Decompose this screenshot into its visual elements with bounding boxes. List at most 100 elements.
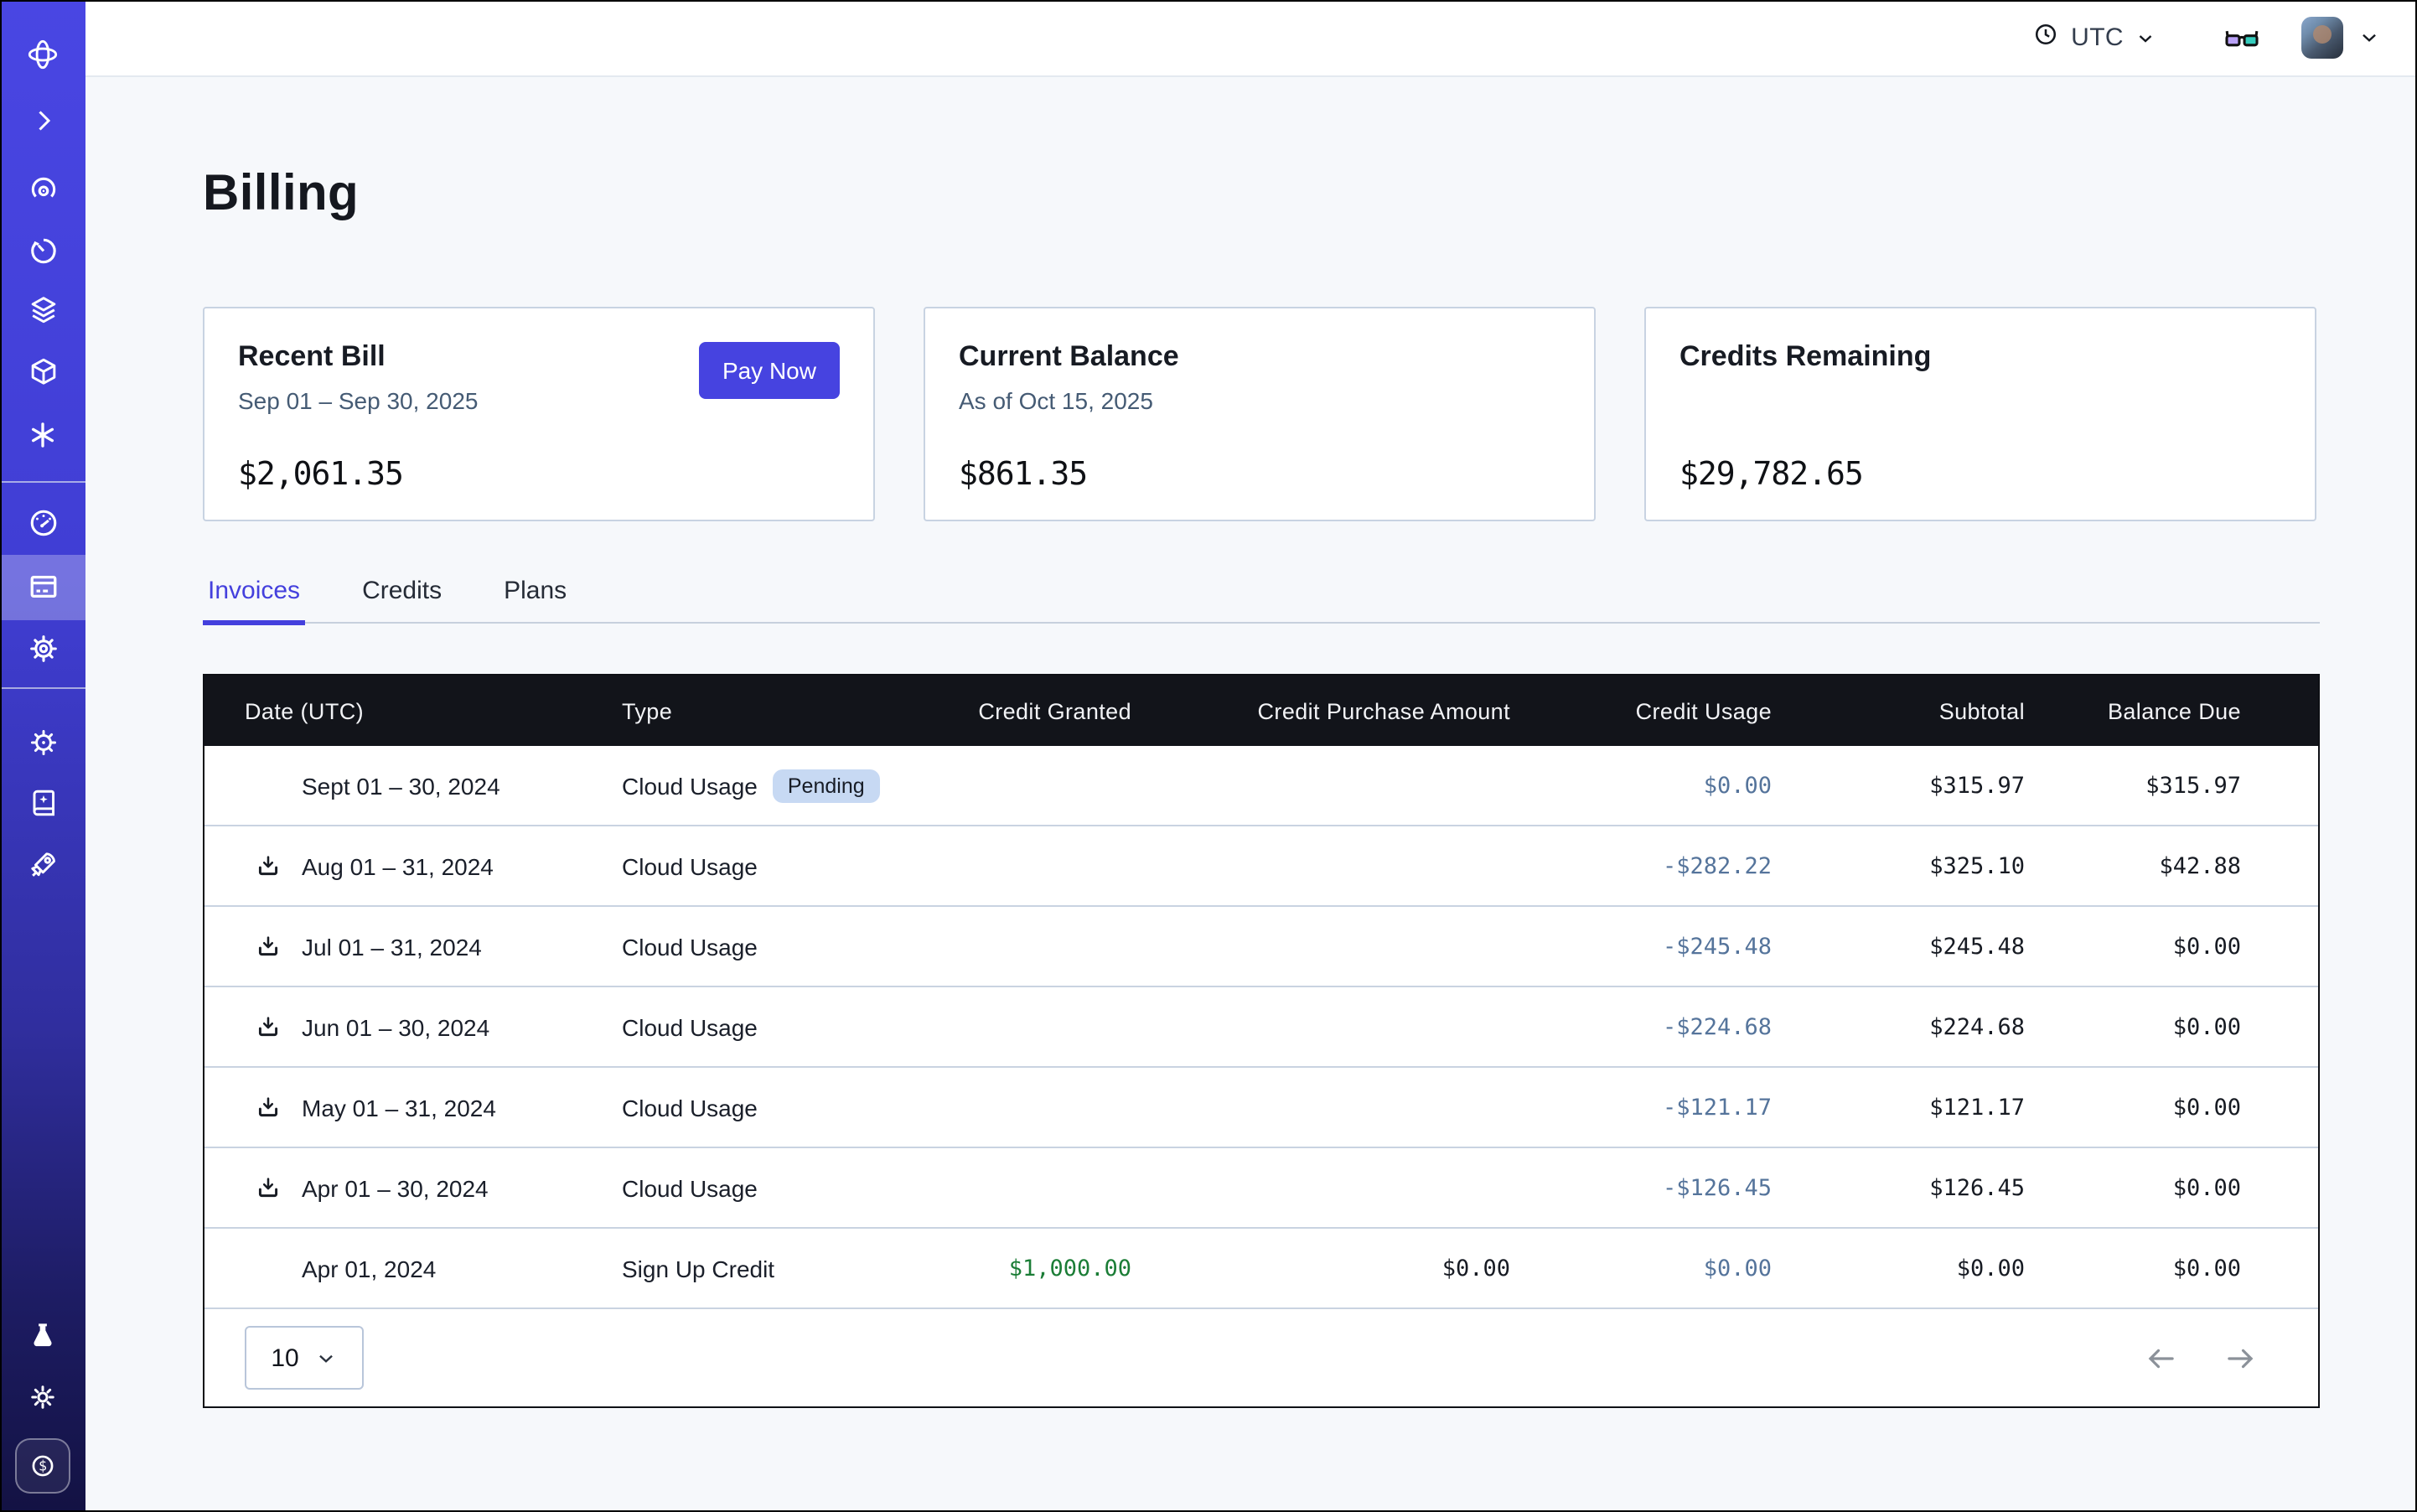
table-footer: 10 xyxy=(204,1309,2318,1406)
table-row: Sept 01 – 30, 2024Cloud UsagePending$0.0… xyxy=(204,746,2318,826)
timezone-selector[interactable]: UTC xyxy=(2031,19,2156,56)
asterisk-icon[interactable] xyxy=(0,406,85,463)
download-invoice-icon[interactable] xyxy=(255,1092,282,1122)
column-header: Type xyxy=(615,698,942,723)
invoice-date: Aug 01 – 31, 2024 xyxy=(302,852,494,879)
gear-icon[interactable] xyxy=(0,620,85,677)
current-balance-card: Current Balance As of Oct 15, 2025 $861.… xyxy=(924,307,1596,521)
layers-icon[interactable] xyxy=(0,282,85,339)
page-size-select[interactable]: 10 xyxy=(245,1326,364,1390)
user-avatar[interactable] xyxy=(2301,17,2343,59)
invoice-subtotal-amount: $126.45 xyxy=(1772,1174,2025,1201)
table-row: Jul 01 – 31, 2024Cloud Usage-$245.48$245… xyxy=(204,907,2318,987)
summary-cards: Recent Bill Sep 01 – Sep 30, 2025 $2,061… xyxy=(203,307,2320,521)
sun-icon[interactable] xyxy=(0,1368,85,1425)
download-invoice-icon[interactable] xyxy=(255,851,282,881)
invoice-usage-amount: $0.00 xyxy=(1510,772,1772,799)
invoice-type: Cloud Usage xyxy=(622,1174,758,1201)
invoice-subtotal-amount: $121.17 xyxy=(1772,1094,2025,1121)
invoice-usage-amount: -$224.68 xyxy=(1510,1013,1772,1040)
tab-credits[interactable]: Credits xyxy=(357,577,447,624)
table-row: Aug 01 – 31, 2024 Cloud Usage -$282.22$325… xyxy=(204,826,2318,907)
download-invoice-icon[interactable] xyxy=(255,1012,282,1042)
billing-app: $ UTC xyxy=(0,0,2417,1512)
spiral-eye-icon[interactable] xyxy=(0,161,85,218)
helm-icon[interactable] xyxy=(0,714,85,771)
table-row: Jun 01 – 30, 2024Cloud Usage-$224.68$224… xyxy=(204,987,2318,1068)
credits-remaining-amount: $29,782.65 xyxy=(1679,456,1863,493)
invoice-balance-amount: $0.00 xyxy=(2025,1013,2241,1040)
clock-icon xyxy=(2031,19,2059,56)
download-slot-empty xyxy=(255,770,282,800)
main-area: UTC Billing Recent Bill Sep 01 – Sep 30, xyxy=(85,0,2417,1512)
sidebar: $ xyxy=(0,0,85,1512)
svg-text:$: $ xyxy=(39,1458,47,1474)
table-row: May 01 – 31, 2024Cloud Usage-$121.17$121… xyxy=(204,1068,2318,1148)
invoice-usage-amount: -$245.48 xyxy=(1510,933,1772,960)
tab-plans[interactable]: Plans xyxy=(499,577,572,624)
topbar: UTC xyxy=(85,0,2417,77)
gauge-icon[interactable] xyxy=(0,495,85,551)
billing-card-icon[interactable] xyxy=(0,558,85,615)
invoice-usage-amount: -$121.17 xyxy=(1510,1094,1772,1121)
invoice-type: Sign Up Credit xyxy=(622,1255,774,1282)
flask-icon[interactable] xyxy=(0,1306,85,1363)
timer-icon[interactable] xyxy=(0,221,85,278)
invoice-balance-amount: $0.00 xyxy=(2025,1174,2241,1201)
invoice-date: Apr 01, 2024 xyxy=(302,1255,436,1282)
invoice-type: Cloud Usage xyxy=(622,852,758,879)
pay-now-button[interactable]: Pay Now xyxy=(699,342,840,399)
page-title: Billing xyxy=(203,164,2320,225)
tab-invoices[interactable]: Invoices xyxy=(203,577,305,624)
invoice-date: May 01 – 31, 2024 xyxy=(302,1094,496,1121)
invoice-balance-amount: $0.00 xyxy=(2025,933,2241,960)
next-page-icon[interactable] xyxy=(2223,1340,2258,1375)
current-balance-amount: $861.35 xyxy=(959,456,1087,493)
invoice-balance-amount: $0.00 xyxy=(2025,1255,2241,1282)
card-subtitle xyxy=(1679,387,2281,416)
chevron-right-icon[interactable] xyxy=(0,92,85,149)
invoice-subtotal-amount: $325.10 xyxy=(1772,852,2025,879)
column-header: Credit Usage xyxy=(1510,698,1772,723)
download-slot-empty xyxy=(255,1253,282,1283)
glasses-icon[interactable] xyxy=(2223,18,2261,57)
chevron-down-icon xyxy=(2135,28,2156,48)
previous-page-icon[interactable] xyxy=(2144,1340,2179,1375)
download-invoice-icon[interactable] xyxy=(255,1173,282,1203)
invoice-subtotal-amount: $0.00 xyxy=(1772,1255,2025,1282)
billing-tabs: Invoices Credits Plans xyxy=(203,577,2320,624)
invoice-subtotal-amount: $245.48 xyxy=(1772,933,2025,960)
dollar-badge-icon[interactable]: $ xyxy=(15,1438,70,1494)
invoice-date: Jul 01 – 31, 2024 xyxy=(302,933,482,960)
book-sparkle-icon[interactable] xyxy=(0,774,85,831)
invoice-purchase-amount: $0.00 xyxy=(1131,1255,1510,1282)
invoice-usage-amount: $0.00 xyxy=(1510,1255,1772,1282)
rocket-icon[interactable] xyxy=(0,836,85,893)
invoice-granted-amount: $1,000.00 xyxy=(942,1255,1131,1282)
invoice-usage-amount: -$126.45 xyxy=(1510,1174,1772,1201)
chevron-down-icon xyxy=(316,1347,338,1369)
invoice-balance-amount: $42.88 xyxy=(2025,852,2241,879)
cube-icon[interactable] xyxy=(0,344,85,401)
timezone-label: UTC xyxy=(2071,23,2124,52)
download-invoice-icon[interactable] xyxy=(255,931,282,961)
card-title: Current Balance xyxy=(959,340,1560,374)
page-size-value: 10 xyxy=(271,1344,298,1372)
invoice-subtotal-amount: $224.68 xyxy=(1772,1013,2025,1040)
invoice-balance-amount: $315.97 xyxy=(2025,772,2241,799)
orbit-logo-icon[interactable] xyxy=(0,25,85,82)
sidebar-divider xyxy=(0,481,85,483)
invoices-table: Date (UTC)TypeCredit GrantedCredit Purch… xyxy=(203,674,2320,1408)
chevron-down-icon[interactable] xyxy=(2358,27,2380,49)
credits-remaining-card: Credits Remaining $29,782.65 xyxy=(1644,307,2316,521)
table-body: Sept 01 – 30, 2024Cloud UsagePending$0.0… xyxy=(204,746,2318,1309)
status-badge: Pending xyxy=(773,769,880,802)
invoice-type: Cloud Usage xyxy=(622,1013,758,1040)
recent-bill-amount: $2,061.35 xyxy=(238,456,403,493)
invoice-date: Apr 01 – 30, 2024 xyxy=(302,1174,489,1201)
pagination-arrows xyxy=(2144,1340,2258,1375)
column-header: Credit Purchase Amount xyxy=(1131,698,1510,723)
column-header: Credit Granted xyxy=(942,698,1131,723)
invoice-usage-amount: -$282.22 xyxy=(1510,852,1772,879)
card-subtitle: As of Oct 15, 2025 xyxy=(959,387,1560,416)
